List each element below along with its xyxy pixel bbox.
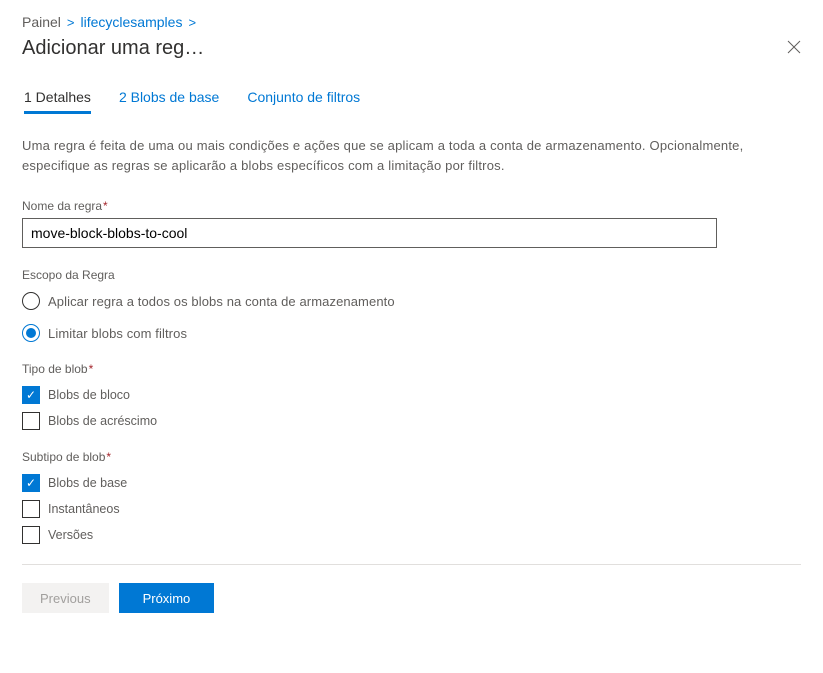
tab-filter-set[interactable]: Conjunto de filtros	[247, 89, 360, 114]
breadcrumb: Painel > lifecyclesamples >	[22, 14, 801, 30]
radio-limit-filters-label: Limitar blobs com filtros	[48, 326, 187, 341]
description-text: Uma regra é feita de uma ou mais condiçõ…	[22, 136, 801, 175]
check-icon: ✓	[26, 389, 36, 401]
next-button[interactable]: Próximo	[119, 583, 215, 613]
checkbox-icon	[22, 526, 40, 544]
blob-type-label: Tipo de blob*	[22, 362, 801, 376]
radio-icon-checked	[22, 324, 40, 342]
checkbox-snapshots[interactable]: Instantâneos	[22, 500, 801, 518]
required-indicator: *	[89, 362, 94, 376]
radio-limit-filters[interactable]: Limitar blobs com filtros	[22, 324, 801, 342]
checkbox-versions-label: Versões	[48, 528, 93, 542]
chevron-right-icon: >	[188, 15, 196, 30]
checkbox-snapshots-label: Instantâneos	[48, 502, 120, 516]
rule-name-input[interactable]	[22, 218, 717, 248]
required-indicator: *	[106, 450, 111, 464]
checkbox-base-blobs-label: Blobs de base	[48, 476, 127, 490]
radio-apply-all-label: Aplicar regra a todos os blobs na conta …	[48, 294, 395, 309]
rule-name-label-text: Nome da regra	[22, 199, 102, 213]
button-row: Previous Próximo	[22, 583, 801, 613]
checkbox-block-blobs[interactable]: ✓ Blobs de bloco	[22, 386, 801, 404]
blob-subtype-label-text: Subtipo de blob	[22, 450, 105, 464]
breadcrumb-root[interactable]: Painel	[22, 14, 61, 30]
chevron-right-icon: >	[67, 15, 75, 30]
blob-type-check-group: ✓ Blobs de bloco Blobs de acréscimo	[22, 386, 801, 430]
checkbox-versions[interactable]: Versões	[22, 526, 801, 544]
tab-base-blobs[interactable]: 2 Blobs de base	[119, 89, 219, 114]
section-blob-type: Tipo de blob* ✓ Blobs de bloco Blobs de …	[22, 362, 801, 430]
checkbox-append-blobs[interactable]: Blobs de acréscimo	[22, 412, 801, 430]
radio-apply-all[interactable]: Aplicar regra a todos os blobs na conta …	[22, 292, 801, 310]
required-indicator: *	[103, 199, 108, 213]
breadcrumb-link-lifecyclesamples[interactable]: lifecyclesamples	[81, 14, 183, 30]
previous-button[interactable]: Previous	[22, 583, 109, 613]
section-rule-name: Nome da regra*	[22, 199, 801, 248]
blob-type-label-text: Tipo de blob	[22, 362, 88, 376]
section-blob-subtype: Subtipo de blob* ✓ Blobs de base Instant…	[22, 450, 801, 544]
scope-radio-group: Aplicar regra a todos os blobs na conta …	[22, 292, 801, 342]
checkbox-icon	[22, 500, 40, 518]
header: Adicionar uma reg…	[22, 34, 801, 63]
radio-icon	[22, 292, 40, 310]
checkbox-icon	[22, 412, 40, 430]
blob-subtype-label: Subtipo de blob*	[22, 450, 801, 464]
checkbox-icon-checked: ✓	[22, 474, 40, 492]
checkbox-append-blobs-label: Blobs de acréscimo	[48, 414, 157, 428]
section-scope: Escopo da Regra Aplicar regra a todos os…	[22, 268, 801, 342]
checkbox-base-blobs[interactable]: ✓ Blobs de base	[22, 474, 801, 492]
blob-subtype-check-group: ✓ Blobs de base Instantâneos Versões	[22, 474, 801, 544]
divider	[22, 564, 801, 565]
close-icon[interactable]	[781, 34, 807, 63]
tab-details[interactable]: 1 Detalhes	[24, 89, 91, 114]
rule-name-label: Nome da regra*	[22, 199, 801, 213]
checkbox-icon-checked: ✓	[22, 386, 40, 404]
tabs: 1 Detalhes 2 Blobs de base Conjunto de f…	[22, 89, 801, 114]
check-icon: ✓	[26, 477, 36, 489]
page-title: Adicionar uma reg…	[22, 37, 204, 60]
checkbox-block-blobs-label: Blobs de bloco	[48, 388, 130, 402]
scope-label: Escopo da Regra	[22, 268, 801, 282]
